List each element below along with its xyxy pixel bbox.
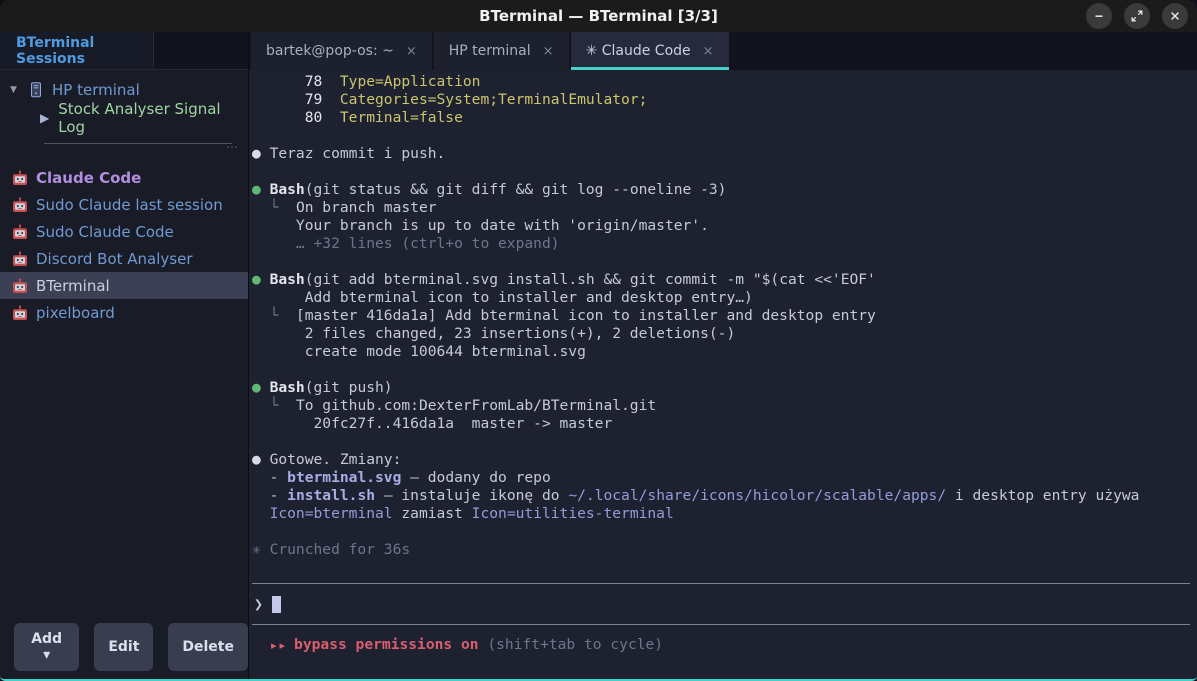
- terminal-line: [252, 163, 1197, 181]
- terminal-line: … +32 lines (ctrl+o to expand): [252, 235, 1197, 253]
- terminal-line: 79 Categories=System;TerminalEmulator;: [252, 91, 1197, 109]
- play-icon: ▶: [40, 111, 49, 125]
- terminal-line: [252, 523, 1197, 541]
- main-split: BTerminal Sessions ▼ HP terminal ▶: [0, 32, 1197, 679]
- tab-label: bartek@pop-os: ~: [266, 43, 394, 59]
- maximize-button[interactable]: [1124, 3, 1150, 29]
- host-tree: ▼ HP terminal ▶ Stock Analyser Signal Lo…: [0, 70, 248, 132]
- tab-close-icon[interactable]: ×: [543, 44, 554, 59]
- session-label: Sudo Claude last session: [36, 196, 223, 214]
- robot-icon: [12, 278, 28, 294]
- session-label: BTerminal: [36, 277, 110, 295]
- divider-dots-icon: …: [226, 137, 239, 151]
- minimize-button[interactable]: [1086, 3, 1112, 29]
- bterminal-window: BTerminal — BTerminal [3/3]: [0, 0, 1197, 681]
- window-title: BTerminal — BTerminal [3/3]: [479, 7, 718, 25]
- tab-bar: bartek@pop-os: ~×HP terminal×✳ Claude Co…: [249, 32, 1197, 70]
- terminal-output[interactable]: 78 Type=Application 79 Categories=System…: [249, 70, 1197, 679]
- delete-button[interactable]: Delete: [168, 623, 248, 671]
- log-item-label: Stock Analyser Signal Log: [58, 100, 248, 136]
- tab-hp-terminal[interactable]: HP terminal ×: [434, 32, 569, 70]
- computer-icon: [29, 82, 43, 98]
- robot-icon: [12, 251, 28, 267]
- terminal-line: 78 Type=Application: [252, 73, 1197, 91]
- close-button[interactable]: [1162, 3, 1188, 29]
- double-arrow-icon: ▸▸: [271, 639, 288, 652]
- sessions-sidebar: BTerminal Sessions ▼ HP terminal ▶: [0, 32, 249, 679]
- terminal-line: ● Bash(git status && git diff && git log…: [252, 181, 1197, 199]
- tab-label: HP terminal: [449, 43, 531, 59]
- terminal-line: Icon=bterminal zamiast Icon=utilities-te…: [252, 505, 1197, 523]
- divider-line: [44, 143, 232, 144]
- session-item-sudo-claude-last-session[interactable]: Sudo Claude last session: [0, 191, 248, 218]
- tab-close-icon[interactable]: ×: [703, 44, 714, 59]
- terminal-line: └ [master 416da1a] Add bterminal icon to…: [252, 307, 1197, 325]
- terminal-line: [252, 253, 1197, 271]
- terminal-line: ✳ Crunched for 36s: [252, 541, 1197, 559]
- session-item-discord-bot-analyser[interactable]: Discord Bot Analyser: [0, 245, 248, 272]
- permissions-status[interactable]: ▸▸ bypass permissions on (shift+tab to cy…: [252, 625, 1190, 655]
- terminal-line: 2 files changed, 23 insertions(+), 2 del…: [252, 325, 1197, 343]
- terminal-line: Add bterminal icon to installer and desk…: [252, 289, 1197, 307]
- text-cursor: [272, 596, 281, 613]
- terminal-line: 20fc27f..416da1a master -> master: [252, 415, 1197, 433]
- terminal-line: ● Bash(git add bterminal.svg install.sh …: [252, 271, 1197, 289]
- terminal-line: ● Teraz commit i push.: [252, 145, 1197, 163]
- session-list: Claude Code Sudo Claude last session Sud…: [0, 164, 248, 326]
- terminal-line: └ On branch master: [252, 199, 1197, 217]
- terminal-line: - bterminal.svg — dodany do repo: [252, 469, 1197, 487]
- session-label: Sudo Claude Code: [36, 223, 174, 241]
- terminal-line: └ To github.com:DexterFromLab/BTerminal.…: [252, 397, 1197, 415]
- session-item-sudo-claude-code[interactable]: Sudo Claude Code: [0, 218, 248, 245]
- tab-claude-code[interactable]: ✳ Claude Code ×: [571, 32, 729, 70]
- robot-icon: [12, 305, 28, 321]
- tab-label: ✳ Claude Code: [586, 43, 691, 59]
- session-item-claude-code[interactable]: Claude Code: [0, 164, 248, 191]
- terminal-line: Your branch is up to date with 'origin/m…: [252, 217, 1197, 235]
- terminal-line: [252, 361, 1197, 379]
- prompt-input[interactable]: ❯: [252, 584, 1190, 624]
- titlebar[interactable]: BTerminal — BTerminal [3/3]: [0, 0, 1197, 32]
- close-icon: [1169, 10, 1181, 22]
- robot-icon: [12, 170, 28, 186]
- sidebar-divider[interactable]: …: [0, 140, 248, 152]
- session-label: Claude Code: [36, 169, 141, 187]
- tab-bartek-pop-os[interactable]: bartek@pop-os: ~ ×: [251, 32, 432, 70]
- tab-close-icon[interactable]: ×: [406, 44, 417, 59]
- maximize-icon: [1131, 10, 1143, 22]
- window-controls: [1086, 3, 1188, 29]
- tree-item-label: HP terminal: [52, 81, 140, 99]
- sidebar-header-tab[interactable]: BTerminal Sessions: [0, 32, 154, 69]
- claude-input-box: ❯ ▸▸ bypass permissions on (shift+tab to …: [252, 583, 1190, 655]
- robot-icon: [12, 224, 28, 240]
- terminal-line: ● Gotowe. Zmiany:: [252, 451, 1197, 469]
- session-label: Discord Bot Analyser: [36, 250, 192, 268]
- terminal-scrollback: 78 Type=Application 79 Categories=System…: [252, 73, 1197, 559]
- tree-item-stock-analyser-signal-log[interactable]: ▶ Stock Analyser Signal Log: [0, 104, 248, 132]
- sidebar-header: BTerminal Sessions: [0, 32, 248, 70]
- terminal-line: - install.sh — instaluje ikonę do ~/.loc…: [252, 487, 1197, 505]
- chevron-down-icon[interactable]: ▼: [10, 85, 20, 95]
- edit-button[interactable]: Edit: [94, 623, 153, 671]
- minimize-icon: [1093, 10, 1105, 22]
- terminal-line: ● Bash(git push): [252, 379, 1197, 397]
- permissions-mode-label: bypass permissions on: [294, 636, 479, 653]
- terminal-line: [252, 433, 1197, 451]
- sidebar-button-row: Add ▾ Edit Delete: [14, 623, 248, 671]
- session-item-pixelboard[interactable]: pixelboard: [0, 299, 248, 326]
- terminal-line: 80 Terminal=false: [252, 109, 1197, 127]
- terminal-pane: bartek@pop-os: ~×HP terminal×✳ Claude Co…: [249, 32, 1197, 679]
- terminal-line: create mode 100644 bterminal.svg: [252, 343, 1197, 361]
- terminal-line: [252, 127, 1197, 145]
- robot-icon: [12, 197, 28, 213]
- permissions-hint-text: (shift+tab to cycle): [487, 636, 663, 653]
- prompt-chevron-icon: ❯: [254, 595, 263, 613]
- add-button[interactable]: Add ▾: [14, 623, 79, 671]
- session-item-bterminal[interactable]: BTerminal: [0, 272, 248, 299]
- sidebar-header-label: BTerminal Sessions: [16, 35, 153, 67]
- session-label: pixelboard: [36, 304, 115, 322]
